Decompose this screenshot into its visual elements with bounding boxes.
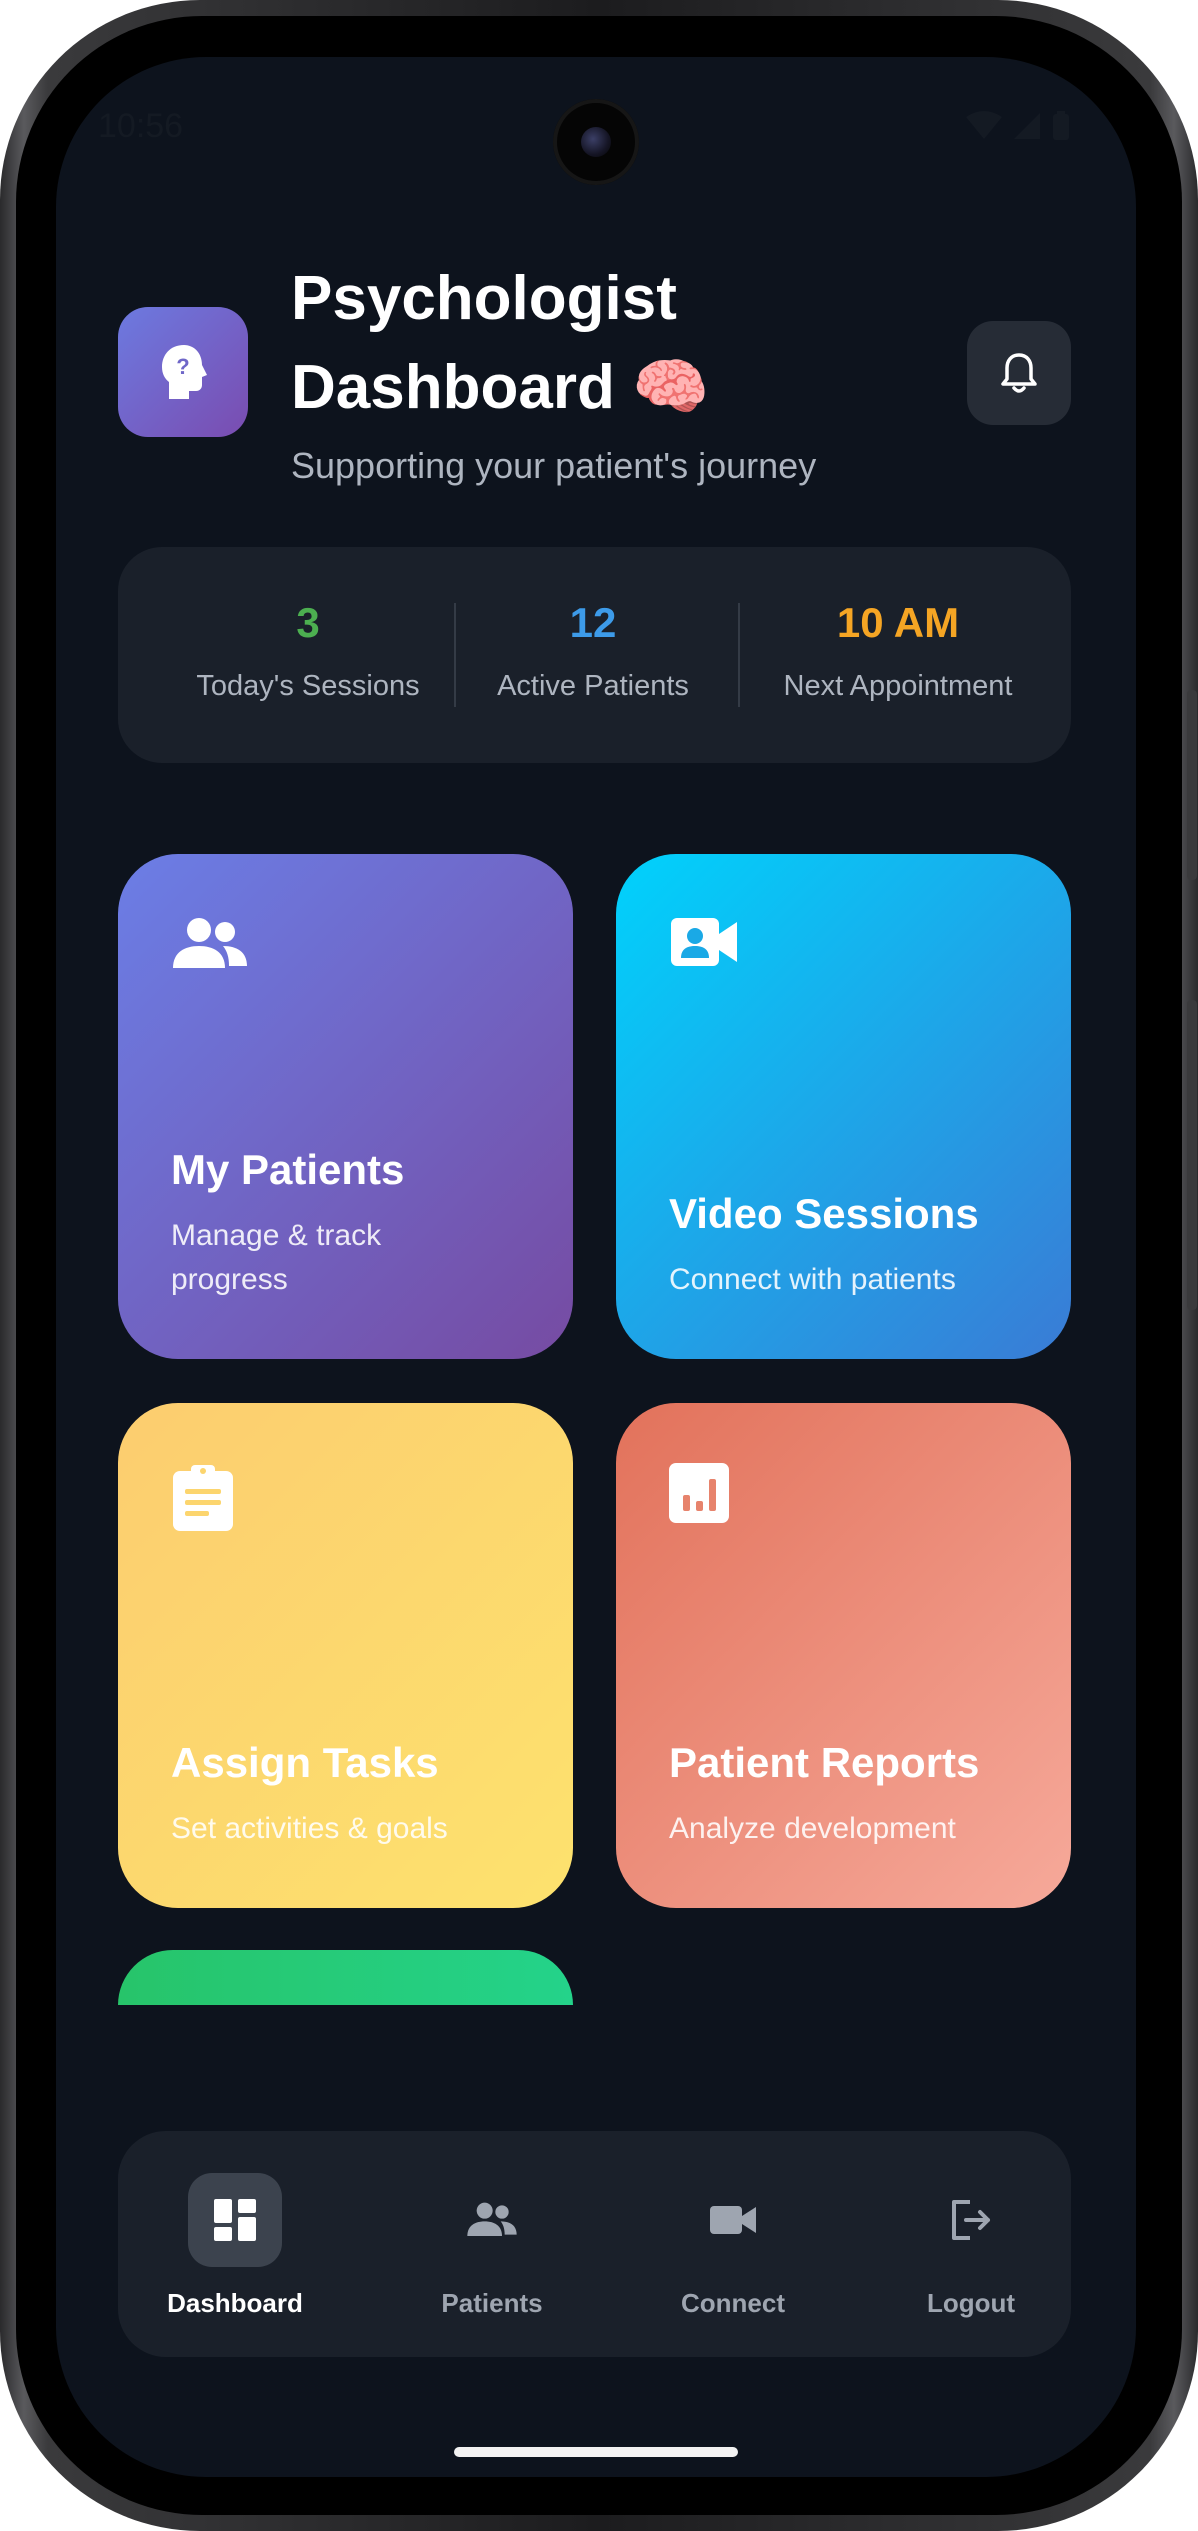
stats-panel: 3 Today's Sessions 12 Active Patients 10…: [118, 547, 1071, 763]
stat-todays-sessions: 3 Today's Sessions: [178, 547, 438, 763]
cellular-icon: [1014, 113, 1040, 139]
stat-value: 3: [296, 599, 320, 646]
nav-item-dashboard[interactable]: Dashboard: [135, 2131, 335, 2357]
stat-label: Today's Sessions: [196, 670, 420, 702]
stat-value: 10 AM: [836, 599, 960, 646]
card-title: My Patients: [171, 1146, 405, 1193]
power-button: [1187, 1000, 1197, 1310]
phone-frame: 10:56 ? Psychologist Dashboard 🧠 Support…: [0, 0, 1198, 2531]
card-description: Analyze development: [669, 1812, 956, 1845]
card-description: Manage & track progress: [171, 1219, 382, 1296]
clipboard-icon: [173, 1465, 233, 1531]
svg-text:?: ?: [176, 354, 189, 379]
screen: 10:56 ? Psychologist Dashboard 🧠 Support…: [56, 57, 1136, 2477]
psychology-head-icon: ?: [162, 345, 207, 399]
stat-label: Active Patients: [497, 670, 689, 702]
stat-active-patients: 12 Active Patients: [463, 547, 723, 763]
page-title: Psychologist Dashboard 🧠: [291, 264, 710, 422]
card-title: Video Sessions: [669, 1190, 979, 1237]
nav-label: Patients: [441, 2288, 543, 2318]
card-my-patients[interactable]: My Patients Manage & track progress: [118, 854, 573, 1359]
app-logo: ?: [118, 307, 248, 437]
wifi-icon: [966, 111, 1002, 139]
chart-icon: [669, 1463, 729, 1523]
dashboard-icon: [214, 2199, 256, 2241]
nav-label: Logout: [926, 2288, 1016, 2318]
home-indicator[interactable]: [454, 2447, 738, 2457]
bell-icon: [1001, 353, 1037, 393]
nav-label: Dashboard: [167, 2288, 303, 2318]
nav-icon-container: [924, 2173, 1018, 2267]
bottom-nav: Dashboard Patients Connect Logout: [118, 2131, 1071, 2357]
card-title: Patient Reports: [669, 1739, 980, 1786]
nav-item-logout[interactable]: Logout: [871, 2131, 1071, 2357]
status-icons: [966, 111, 1070, 141]
video-icon: [671, 918, 737, 966]
nav-item-connect[interactable]: Connect: [633, 2131, 833, 2357]
page-subtitle: Supporting your patient's journey: [291, 445, 817, 486]
stat-value: 12: [569, 599, 617, 646]
card-description: Connect with patients: [669, 1263, 956, 1296]
card-partial[interactable]: [118, 1950, 573, 2005]
people-icon: [467, 2202, 517, 2236]
video-camera-icon: [710, 2206, 756, 2234]
notifications-button[interactable]: [967, 321, 1071, 425]
status-time: 10:56: [98, 107, 184, 145]
nav-item-patients[interactable]: Patients: [392, 2131, 592, 2357]
stat-next-appointment: 10 AM Next Appointment: [738, 547, 1058, 763]
stat-divider: [454, 603, 456, 707]
card-description: Set activities & goals: [171, 1812, 448, 1845]
stat-label: Next Appointment: [783, 670, 1013, 702]
people-icon: [173, 918, 247, 968]
card-patient-reports[interactable]: Patient Reports Analyze development: [616, 1403, 1071, 1908]
card-title: Assign Tasks: [171, 1739, 439, 1786]
volume-button: [1187, 690, 1197, 880]
nav-icon-container: [686, 2173, 780, 2267]
battery-icon: [1053, 111, 1069, 140]
card-assign-tasks[interactable]: Assign Tasks Set activities & goals: [118, 1403, 573, 1908]
logout-icon: [952, 2200, 990, 2240]
card-video-sessions[interactable]: Video Sessions Connect with patients: [616, 854, 1071, 1359]
nav-icon-container: [445, 2173, 539, 2267]
nav-label: Connect: [681, 2288, 785, 2318]
nav-icon-container: [188, 2173, 282, 2267]
front-camera: [553, 99, 639, 185]
